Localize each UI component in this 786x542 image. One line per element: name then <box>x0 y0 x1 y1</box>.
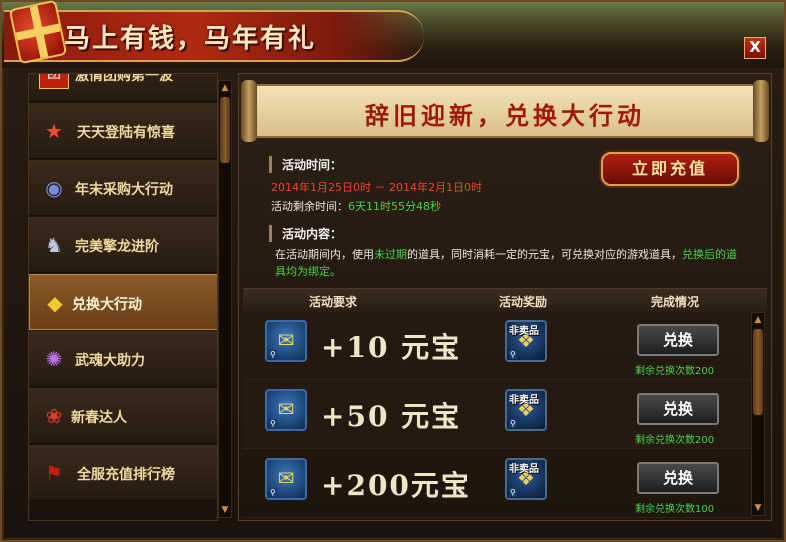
scroll-thumb[interactable] <box>220 97 230 163</box>
requirement-text: +10 元宝 <box>321 331 462 364</box>
sidebar-item-daily-login[interactable]: ★ 天天登陆有惊喜 <box>29 103 217 159</box>
sidebar-item-group-buy[interactable]: 团 激情团购第一波 <box>29 73 217 102</box>
sidebar-scrollbar[interactable]: ▲ ▼ <box>218 80 232 518</box>
lock-icon: ⚲ <box>269 488 277 497</box>
exchange-button[interactable]: 兑换 <box>637 324 719 356</box>
sidebar-item-label: 兑换大行动 <box>72 297 142 313</box>
table-row: ✉ ⚲ +200元宝 ❖ 非卖品 ⚲ 兑换 剩余兑换次数100 <box>243 450 751 518</box>
requirement-text: +50 元宝 <box>321 400 462 433</box>
nosale-label: 非卖品 <box>509 395 539 406</box>
remaining-time-value: 6天11时55分48秒 <box>348 200 441 213</box>
scroll-glyph-icon: ✉ <box>277 397 295 421</box>
time-range: 2014年1月25日0时 － 2014年2月1日0时 <box>271 181 482 194</box>
title-bar: 马上有钱，马年有礼 X <box>2 0 784 68</box>
event-banner: 辞旧迎新，兑换大行动 <box>241 80 769 142</box>
money-bag-icon: ◉ <box>45 176 63 200</box>
sidebar-item-soul-boost[interactable]: ✺ 武魂大助力 <box>29 331 217 387</box>
close-button[interactable]: X <box>744 37 766 59</box>
scroll-item-icon[interactable]: ✉ ⚲ <box>265 320 307 362</box>
column-status: 完成情况 <box>651 295 700 309</box>
sidebar-item-label: 武魂大助力 <box>75 353 145 369</box>
event-sidebar: 团 激情团购第一波 ★ 天天登陆有惊喜 ◉ 年末采购大行动 ♞ 完美擎龙进阶 ◆… <box>28 73 218 521</box>
lock-icon: ⚲ <box>509 419 517 428</box>
time-label: 活动时间： <box>269 156 342 173</box>
red-flag-icon: ⚑ <box>45 461 63 485</box>
event-description: 在活动期间内，使用未过期的道具，同时消耗一定的元宝，可兑换对应的游戏道具，兑换后… <box>275 246 747 280</box>
remaining-count: 剩余兑换次数100 <box>635 504 715 515</box>
sidebar-item-label: 年末采购大行动 <box>75 182 173 198</box>
sidebar-item-dragon-advance[interactable]: ♞ 完美擎龙进阶 <box>29 217 217 273</box>
exchange-button[interactable]: 兑换 <box>637 393 719 425</box>
banner-title: 辞旧迎新，兑换大行动 <box>365 101 645 130</box>
sidebar-item-exchange[interactable]: ◆ 兑换大行动 <box>29 274 217 330</box>
remaining-count: 剩余兑换次数200 <box>635 366 715 377</box>
warrior-icon: ♞ <box>45 233 63 257</box>
column-requirement: 活动要求 <box>309 295 358 309</box>
sidebar-item-label: 全服充值排行榜 <box>77 467 175 483</box>
exchange-table-header: 活动要求 活动奖励 完成情况 <box>243 288 767 312</box>
group-buy-icon: 团 <box>39 74 69 89</box>
nosale-label: 非卖品 <box>509 464 539 475</box>
requirement-text: +200元宝 <box>321 469 471 502</box>
remaining-time-label: 活动剩余时间： <box>271 200 348 213</box>
sidebar-item-label: 新春达人 <box>71 410 127 426</box>
lock-icon: ⚲ <box>509 488 517 497</box>
exchange-button[interactable]: 兑换 <box>637 462 719 494</box>
scroll-up-arrow-icon[interactable]: ▲ <box>753 314 763 326</box>
soul-orb-icon: ✺ <box>45 347 63 371</box>
nosale-label: 非卖品 <box>509 326 539 337</box>
recharge-now-button[interactable]: 立即充值 <box>601 152 739 186</box>
table-scrollbar[interactable]: ▲ ▼ <box>751 312 765 516</box>
lock-icon: ⚲ <box>509 350 517 359</box>
scroll-thumb[interactable] <box>753 329 763 415</box>
scroll-down-arrow-icon[interactable]: ▼ <box>753 502 763 514</box>
star-icon: ★ <box>45 119 63 143</box>
table-row: ✉ ⚲ +50 元宝 ❖ 非卖品 ⚲ 兑换 剩余兑换次数200 <box>243 381 751 449</box>
sidebar-item-recharge-ranking[interactable]: ⚑ 全服充值排行榜 <box>29 445 217 501</box>
table-row: ✉ ⚲ +10 元宝 ❖ 非卖品 ⚲ 兑换 剩余兑换次数200 <box>243 312 751 380</box>
scroll-glyph-icon: ✉ <box>277 466 295 490</box>
sidebar-item-label: 天天登陆有惊喜 <box>77 125 175 141</box>
event-detail-panel: 辞旧迎新，兑换大行动 活动时间： 2014年1月25日0时 － 2014年2月1… <box>238 73 772 521</box>
sidebar-item-label: 完美擎龙进阶 <box>75 239 159 255</box>
event-window: 马上有钱，马年有礼 X 团 激情团购第一波 ★ 天天登陆有惊喜 ◉ 年末采购大行… <box>0 0 786 542</box>
reward-item-icon[interactable]: ❖ 非卖品 ⚲ <box>505 458 547 500</box>
desc-highlight: 未过期 <box>374 248 407 261</box>
red-pouch-icon: ❀ <box>45 404 63 428</box>
remaining-count: 剩余兑换次数200 <box>635 435 715 446</box>
scroll-item-icon[interactable]: ✉ ⚲ <box>265 389 307 431</box>
gold-ingot-icon: ◆ <box>47 291 63 315</box>
window-title: 马上有钱，马年有礼 <box>64 24 317 54</box>
content-label: 活动内容： <box>269 225 342 242</box>
sidebar-item-label: 激情团购第一波 <box>75 73 173 84</box>
reward-item-icon[interactable]: ❖ 非卖品 ⚲ <box>505 389 547 431</box>
scroll-up-arrow-icon[interactable]: ▲ <box>220 82 230 94</box>
scroll-down-arrow-icon[interactable]: ▼ <box>220 504 230 516</box>
remaining-time-row: 活动剩余时间：6天11时55分48秒 <box>271 198 441 214</box>
column-reward: 活动奖励 <box>499 295 548 309</box>
lock-icon: ⚲ <box>269 419 277 428</box>
sidebar-item-year-end-shopping[interactable]: ◉ 年末采购大行动 <box>29 160 217 216</box>
reward-item-icon[interactable]: ❖ 非卖品 ⚲ <box>505 320 547 362</box>
desc-text: 在活动期间内，使用 <box>275 248 374 261</box>
scroll-item-icon[interactable]: ✉ ⚲ <box>265 458 307 500</box>
lock-icon: ⚲ <box>269 350 277 359</box>
scroll-glyph-icon: ✉ <box>277 328 295 352</box>
sidebar-item-spring-expert[interactable]: ❀ 新春达人 <box>29 388 217 444</box>
desc-text: 的道具，同时消耗一定的元宝，可兑换对应的游戏道具， <box>407 248 682 261</box>
